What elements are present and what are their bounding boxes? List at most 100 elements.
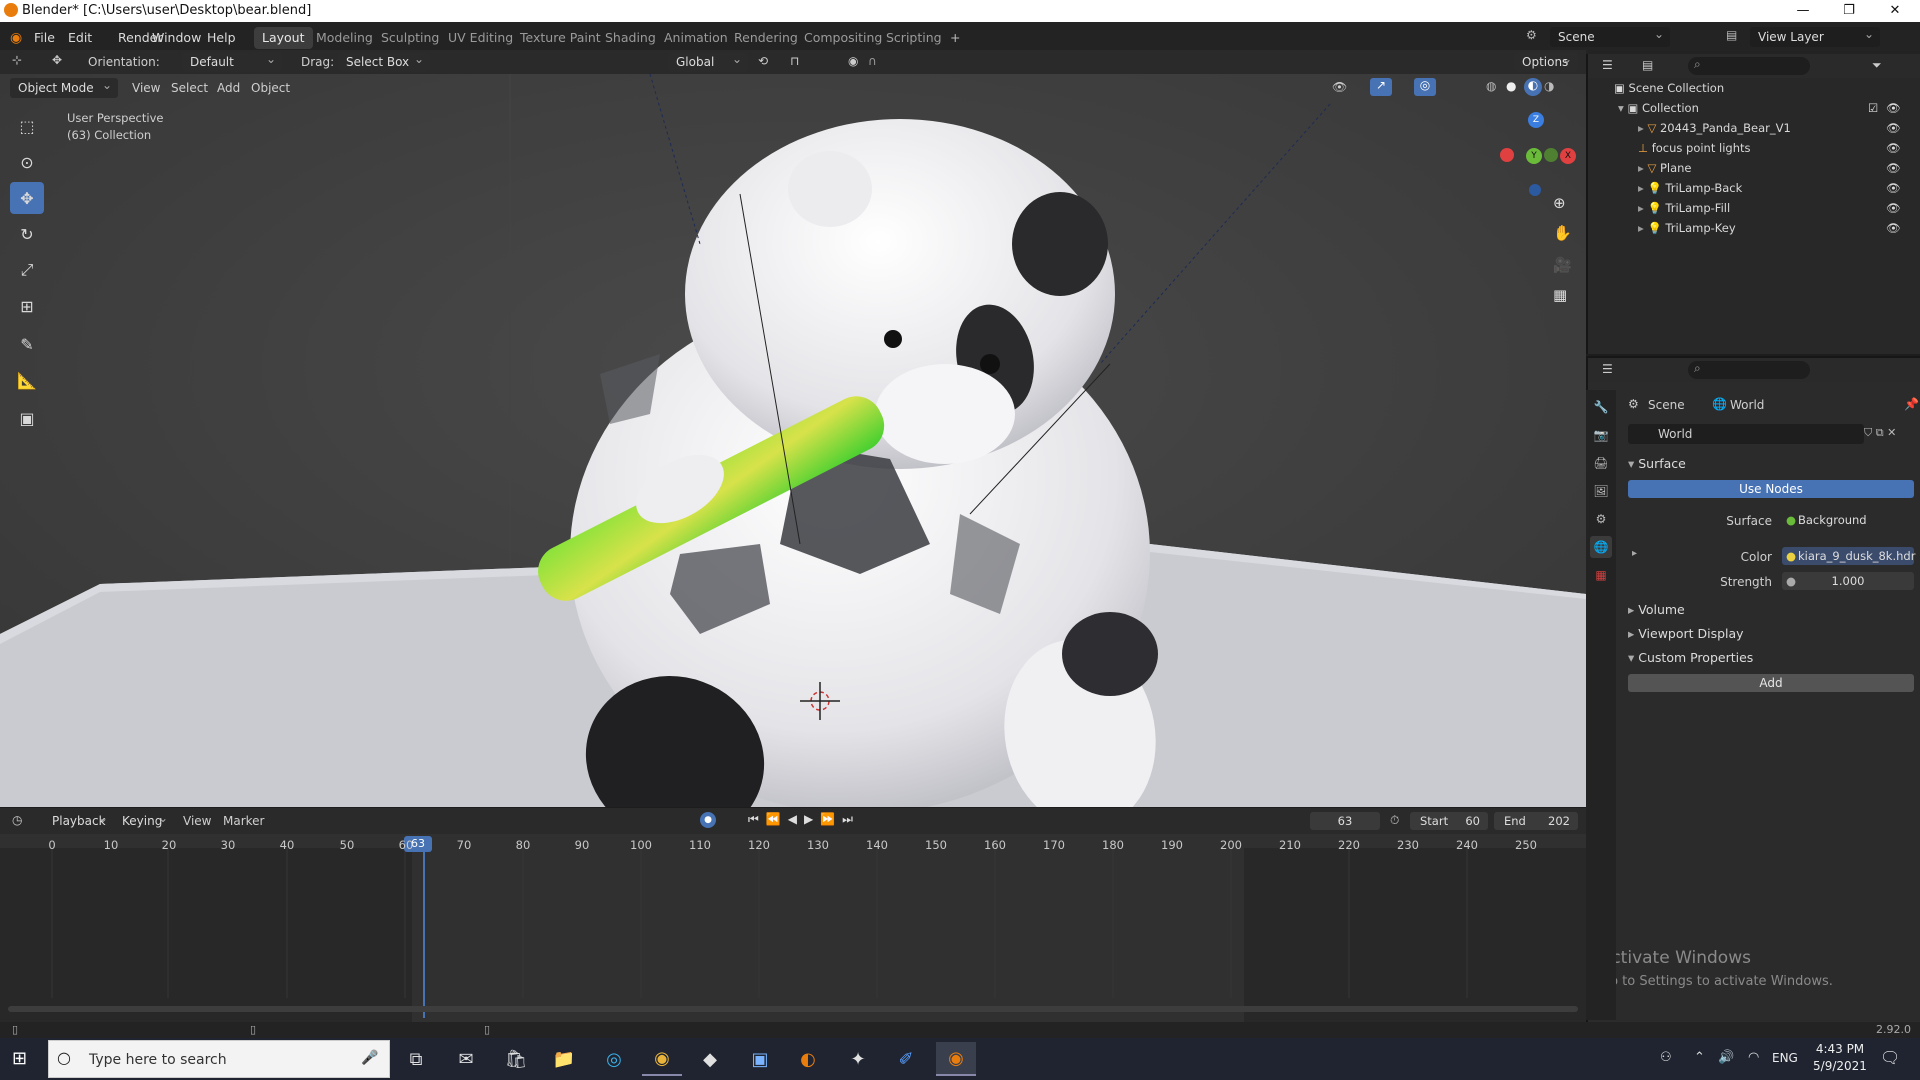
tab-layout[interactable]: Layout <box>254 27 313 49</box>
menu-add[interactable]: Add <box>217 81 240 95</box>
view-layer-selector[interactable]: View Layer <box>1750 24 1880 47</box>
scale-tool-icon[interactable]: ⤢ <box>10 254 44 286</box>
scene-tab-icon[interactable]: ⚙ <box>1590 508 1612 530</box>
axis-y-icon[interactable]: Y <box>1526 148 1542 164</box>
select-box-tool-icon[interactable]: ⬚ <box>10 110 44 142</box>
measure-tool-icon[interactable]: 📐 <box>10 364 44 396</box>
tool-icon[interactable]: ⊹ <box>12 53 22 67</box>
proportional-edit-icon[interactable]: ◉ <box>848 54 858 68</box>
tab-modeling[interactable]: Modeling <box>308 27 381 49</box>
scene-selector[interactable]: Scene <box>1550 24 1670 47</box>
stopwatch-icon[interactable]: ⏱ <box>1390 813 1399 828</box>
start-frame-field[interactable]: Start 60 <box>1410 812 1488 830</box>
falloff-icon[interactable]: ∩ <box>868 54 877 68</box>
menu-window[interactable]: Window <box>152 30 201 45</box>
taskbar-search-box[interactable]: ○ Type here to search 🎤 <box>48 1040 390 1078</box>
texture-tab-icon[interactable]: ▦ <box>1590 564 1612 586</box>
end-frame-field[interactable]: End 202 <box>1494 812 1578 830</box>
task-view-icon[interactable]: ⧉ <box>396 1042 436 1076</box>
surface-section-header[interactable]: ▾ Surface <box>1628 456 1686 471</box>
properties-search-input[interactable]: ⌕ <box>1688 361 1810 379</box>
timeline-marker-menu[interactable]: Marker <box>223 814 264 828</box>
breadcrumb-world[interactable]: World <box>1730 398 1764 412</box>
outliner-item[interactable]: ▸ 💡 TriLamp-Back 👁 <box>1638 178 1918 198</box>
menu-file[interactable]: File <box>34 30 55 45</box>
notifications-icon[interactable]: 🗨 <box>1880 1048 1900 1067</box>
playback-controls[interactable]: ⏮⏪◀▶⏩⏭ <box>748 812 860 827</box>
tab-rendering[interactable]: Rendering <box>726 27 806 49</box>
editor-type-icon[interactable]: ☰ <box>1602 58 1613 72</box>
app-icon[interactable]: ◐ <box>788 1042 828 1076</box>
outliner-collection[interactable]: ▾ ▣ Collection ☑ 👁 <box>1618 98 1918 118</box>
axis-z-icon[interactable]: Z <box>1528 112 1544 128</box>
chrome-icon[interactable]: ◉ <box>642 1042 682 1076</box>
tab-sculpting[interactable]: Sculpting <box>373 27 447 49</box>
outliner-item[interactable]: ▸ ▽ 20443_Panda_Bear_V1 👁 <box>1638 118 1918 138</box>
add-property-button[interactable]: Add <box>1628 674 1914 692</box>
fake-user-icon[interactable]: ⛉ ⧉ ✕ <box>1864 426 1896 440</box>
blender-menu-icon[interactable]: ◉ <box>10 30 22 46</box>
pan-hand-icon[interactable]: ✋ <box>1553 224 1572 242</box>
output-tab-icon[interactable]: 🖨 <box>1590 452 1612 474</box>
tab-scripting[interactable]: Scripting <box>878 27 950 49</box>
custom-properties-section-header[interactable]: ▾ Custom Properties <box>1628 650 1753 665</box>
axis-neg-y-icon[interactable] <box>1544 148 1558 162</box>
minimize-button[interactable]: — <box>1780 0 1826 22</box>
restore-button[interactable]: ❐ <box>1826 0 1872 22</box>
overlay-toggle-icon[interactable]: ◎ <box>1414 78 1436 96</box>
add-cube-tool-icon[interactable]: ▣ <box>10 402 44 434</box>
outliner-item[interactable]: ⊥ focus point lights 👁 <box>1638 138 1918 158</box>
options-dropdown[interactable]: Options <box>1514 49 1578 72</box>
tab-texture-paint[interactable]: Texture Paint <box>512 27 609 49</box>
tool-tab-icon[interactable]: 🔧 <box>1590 396 1612 418</box>
keying-menu[interactable]: Keying <box>114 808 174 831</box>
gizmo-toggle-icon[interactable]: ↗ <box>1370 78 1392 96</box>
material-shading-icon[interactable]: ◐ <box>1524 78 1542 96</box>
ortho-toggle-icon[interactable]: ▦ <box>1553 286 1567 304</box>
visibility-icon[interactable]: 👁 <box>1332 80 1347 94</box>
volume-icon[interactable]: 🔊 <box>1718 1050 1734 1065</box>
store-icon[interactable]: 🛍 <box>496 1042 536 1076</box>
transform-orientation-dropdown[interactable]: Global <box>668 49 748 72</box>
view-layer-tab-icon[interactable]: 🖼 <box>1590 480 1612 502</box>
eye-icon[interactable]: 👁 <box>1886 138 1901 158</box>
eye-icon[interactable]: 👁 <box>1886 178 1901 198</box>
rotate-tool-icon[interactable]: ↻ <box>10 218 44 250</box>
outliner-scene-collection[interactable]: ▣ Scene Collection <box>1614 78 1724 98</box>
transform-tool-icon[interactable]: ⊞ <box>10 290 44 322</box>
breadcrumb-scene[interactable]: Scene <box>1648 398 1685 412</box>
use-nodes-button[interactable]: Use Nodes <box>1628 480 1914 498</box>
world-name-field[interactable]: World <box>1628 424 1864 444</box>
wifi-icon[interactable]: ◠ <box>1748 1050 1759 1065</box>
blender-taskbar-icon[interactable]: ◉ <box>936 1042 976 1076</box>
tab-compositing[interactable]: Compositing <box>796 27 890 49</box>
eye-icon[interactable]: 👁 <box>1886 118 1901 138</box>
cursor-tool-icon[interactable]: ⊙ <box>10 146 44 178</box>
outliner-search-input[interactable]: ⌕ <box>1688 57 1810 75</box>
camera-view-icon[interactable]: 🎥 <box>1553 256 1572 274</box>
rendered-shading-icon[interactable]: ◑ <box>1544 79 1554 93</box>
pin-icon[interactable]: 📌 <box>1904 397 1919 411</box>
strength-field[interactable]: ● 1.000 <box>1782 572 1914 590</box>
timeline-view-menu[interactable]: View <box>183 814 211 828</box>
menu-edit[interactable]: Edit <box>68 30 92 45</box>
volume-section-header[interactable]: ▸ Volume <box>1628 602 1685 617</box>
outliner-item[interactable]: ▸ 💡 TriLamp-Fill 👁 <box>1638 198 1918 218</box>
menu-select[interactable]: Select <box>171 81 208 95</box>
editor-type-icon[interactable]: ◷ <box>12 813 22 827</box>
world-tab-icon[interactable]: 🌐 <box>1590 536 1612 558</box>
mail-icon[interactable]: ✉ <box>446 1042 486 1076</box>
axis-neg-z-icon[interactable] <box>1529 184 1541 196</box>
input-language[interactable]: ENG <box>1772 1051 1798 1065</box>
move-tool-icon[interactable]: ✥ <box>10 182 44 214</box>
clock-time[interactable]: 4:43 PM <box>1808 1042 1872 1056</box>
zoom-icon[interactable]: ⊕ <box>1553 194 1566 212</box>
eye-icon[interactable]: 👁 <box>1886 218 1901 238</box>
add-workspace-button[interactable]: + <box>942 27 968 49</box>
annotate-tool-icon[interactable]: ✎ <box>10 328 44 360</box>
app-icon[interactable]: ✦ <box>838 1042 878 1076</box>
eye-icon[interactable]: 👁 <box>1886 158 1901 178</box>
checkbox-icon[interactable]: ☑ <box>1868 98 1878 118</box>
solid-shading-icon[interactable]: ● <box>1506 79 1516 93</box>
axis-neg-x-icon[interactable] <box>1500 148 1514 162</box>
